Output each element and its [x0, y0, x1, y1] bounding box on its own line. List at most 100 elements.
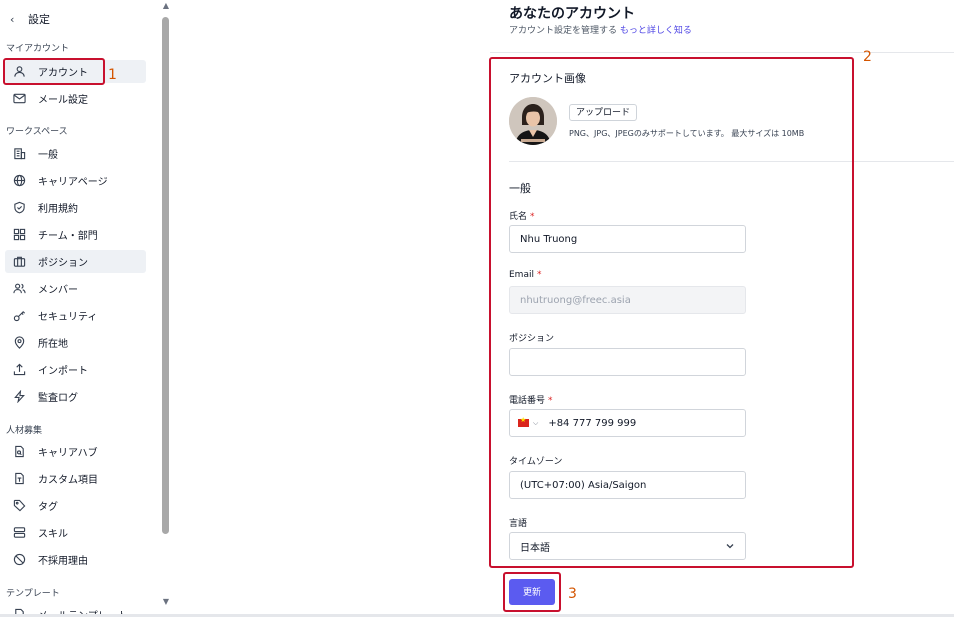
phone-input[interactable]: ⌵ +84 777 799 999 — [509, 409, 746, 437]
page-title: あなたのアカウント — [509, 6, 635, 22]
sidebar-item-skills[interactable]: スキル — [5, 521, 146, 544]
language-value: 日本語 — [520, 542, 550, 554]
name-label: 氏名 * — [509, 209, 535, 222]
sidebar-item-label: チーム・部門 — [38, 231, 98, 242]
map-pin-icon — [14, 336, 25, 349]
user-icon — [14, 66, 25, 77]
scrollbar-thumb[interactable] — [162, 17, 169, 534]
users-icon — [13, 283, 26, 294]
sidebar-item-label: セキュリティ — [38, 312, 98, 323]
annotation-number-3: 3 — [568, 586, 577, 602]
document-text-icon — [15, 472, 24, 485]
server-icon — [13, 527, 26, 538]
sidebar-item-label: タグ — [38, 502, 58, 513]
sidebar-item-label: キャリアページ — [38, 177, 108, 188]
required-mark: * — [530, 212, 535, 222]
building-icon — [14, 148, 26, 160]
sidebar-item-members[interactable]: メンバー — [5, 277, 146, 300]
key-icon — [13, 311, 26, 322]
sidebar-item-label: ポジション — [38, 258, 88, 269]
sidebar-item-label: メンバー — [38, 285, 78, 296]
sidebar-item-label: スキル — [38, 529, 68, 540]
subtitle-text: アカウント設定を管理する — [509, 26, 618, 36]
name-label-text: 氏名 — [509, 212, 528, 222]
section-templates: テンプレート — [6, 589, 60, 599]
sidebar-item-security[interactable]: セキュリティ — [5, 304, 146, 327]
email-input: nhutruong@freec.asia — [509, 286, 746, 314]
timezone-label: タイムゾーン — [509, 457, 563, 467]
scroll-down-icon[interactable]: ▼ — [161, 598, 171, 606]
header-divider — [490, 52, 954, 53]
grid-icon — [13, 228, 26, 241]
sidebar-item-label: 一般 — [38, 150, 58, 161]
back-to-settings[interactable]: ‹ 設定 — [10, 11, 50, 27]
required-mark: * — [536, 270, 542, 280]
position-input[interactable] — [509, 348, 746, 376]
ban-icon — [13, 553, 26, 566]
phone-label: 電話番号 * — [509, 393, 553, 406]
scroll-up-icon[interactable]: ▲ — [161, 2, 171, 10]
annotation-number-2: 2 — [863, 49, 872, 65]
sidebar-item-tags[interactable]: タグ — [5, 494, 146, 517]
sidebar-item-career-hub[interactable]: キャリアハブ — [5, 440, 146, 463]
sidebar-item-label: カスタム項目 — [38, 475, 98, 486]
sidebar-item-custom-fields[interactable]: カスタム項目 — [5, 467, 146, 490]
language-label: 言語 — [509, 519, 528, 529]
sidebar-item-import[interactable]: インポート — [5, 358, 146, 381]
sidebar-item-label: インポート — [38, 366, 88, 377]
sidebar-item-rejection-reasons[interactable]: 不採用理由 — [5, 548, 146, 571]
back-label: 設定 — [28, 13, 50, 26]
sidebar-item-positions[interactable]: ポジション — [5, 250, 146, 273]
section-workspace: ワークスペース — [6, 127, 68, 137]
briefcase-icon — [13, 256, 26, 267]
general-heading: 一般 — [509, 182, 531, 195]
sidebar-item-email-settings[interactable]: メール設定 — [5, 87, 146, 110]
lightning-icon — [14, 390, 25, 403]
sidebar-item-audit-log[interactable]: 監査ログ — [5, 385, 146, 408]
sidebar-item-general[interactable]: 一般 — [5, 142, 146, 165]
sidebar-item-label: 監査ログ — [38, 393, 78, 404]
timezone-input[interactable]: (UTC+07:00) Asia/Saigon — [509, 471, 746, 499]
required-mark: * — [548, 396, 553, 406]
phone-value: +84 777 799 999 — [548, 417, 637, 429]
settings-sidebar: ‹ 設定 マイアカウント アカウント メール設定 ワークスペース 一般 キャリア… — [0, 0, 172, 617]
sidebar-item-label: 利用規約 — [38, 204, 78, 215]
sidebar-item-teams[interactable]: チーム・部門 — [5, 223, 146, 246]
mail-icon — [13, 93, 26, 104]
upload-button[interactable]: アップロード — [569, 104, 638, 121]
sidebar-item-location[interactable]: 所在地 — [5, 331, 146, 354]
page-subtitle: アカウント設定を管理する もっと詳しく知る — [509, 23, 692, 36]
shield-check-icon — [14, 201, 25, 214]
upload-icon — [13, 363, 26, 376]
settings-page: ‹ 設定 マイアカウント アカウント メール設定 ワークスペース 一般 キャリア… — [0, 0, 954, 617]
email-label-text: Email — [509, 270, 534, 280]
sidebar-item-label: キャリアハブ — [38, 448, 98, 459]
learn-more-link[interactable]: もっと詳しく知る — [620, 26, 692, 36]
document-search-icon — [15, 445, 24, 458]
sidebar-item-label: アカウント — [38, 68, 88, 79]
sidebar-item-label: 所在地 — [38, 339, 68, 350]
vietnam-flag-icon[interactable] — [518, 416, 529, 427]
avatar-image — [509, 97, 557, 145]
sidebar-item-account[interactable]: アカウント — [5, 60, 146, 83]
avatar[interactable] — [509, 97, 557, 145]
section-my-account: マイアカウント — [6, 44, 70, 54]
position-label: ポジション — [509, 334, 555, 344]
globe-icon — [13, 174, 26, 187]
section-divider — [509, 161, 954, 162]
save-button[interactable]: 更新 — [509, 579, 555, 605]
section-recruiting: 人材募集 — [6, 426, 43, 436]
language-select[interactable]: 日本語 — [509, 532, 746, 560]
annotation-number-1: 1 — [108, 67, 117, 83]
chevron-down-icon[interactable]: ⌵ — [533, 419, 538, 428]
sidebar-item-label: メール設定 — [38, 95, 88, 106]
sidebar-item-career-page[interactable]: キャリアページ — [5, 169, 146, 192]
sidebar-item-label: 不採用理由 — [38, 556, 88, 567]
sidebar-item-terms[interactable]: 利用規約 — [5, 196, 146, 219]
chevron-left-icon: ‹ — [10, 12, 15, 26]
email-label: Email * — [509, 270, 541, 280]
account-image-heading: アカウント画像 — [509, 72, 586, 85]
upload-hint: PNG、JPG、JPEGのみサポートしています。 最大サイズは 10MB — [569, 129, 805, 138]
name-input[interactable]: Nhu Truong — [509, 225, 746, 253]
phone-label-text: 電話番号 — [509, 396, 546, 406]
